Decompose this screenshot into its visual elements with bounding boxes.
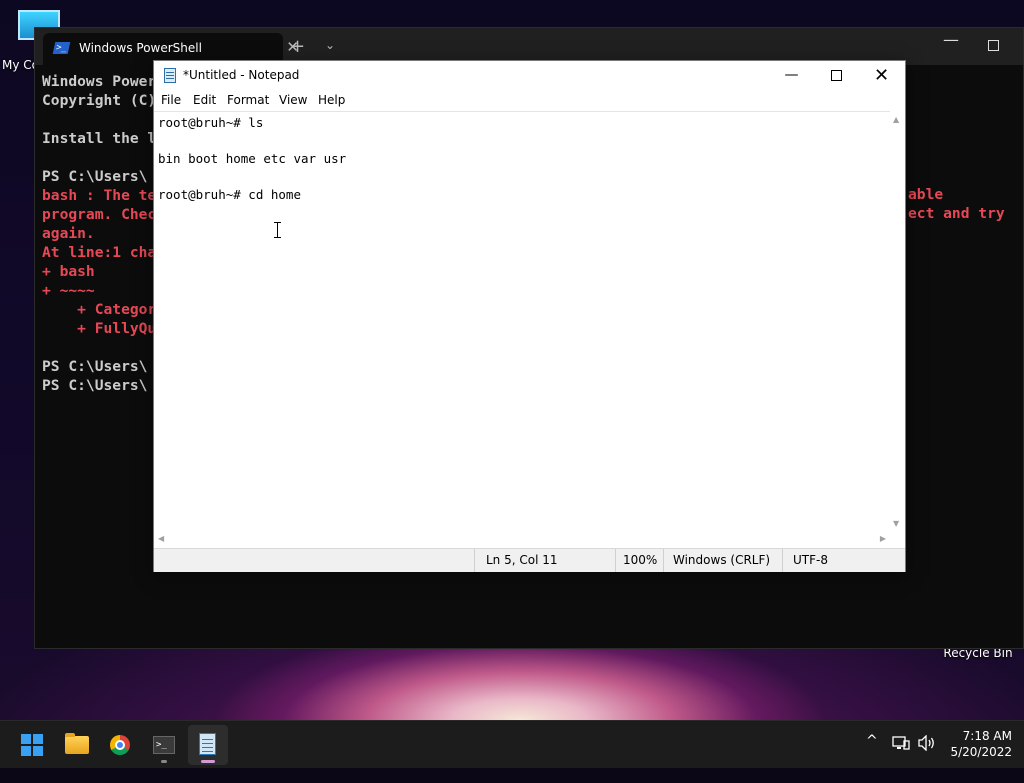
taskbar: >_ ^ 7:18 AM 5/20/2022 bbox=[0, 720, 1024, 768]
chrome-icon bbox=[110, 735, 130, 755]
terminal-error-fragment: ect and try bbox=[908, 205, 1005, 222]
text-line: bin boot home etc var usr bbox=[158, 151, 347, 166]
terminal-maximize-button[interactable] bbox=[988, 40, 999, 51]
powershell-icon: >_ bbox=[52, 42, 71, 54]
status-encoding: UTF-8 bbox=[793, 553, 828, 567]
notepad-statusbar: Ln 5, Col 11 100% Windows (CRLF) UTF-8 bbox=[154, 548, 905, 572]
status-divider bbox=[615, 549, 616, 572]
maximize-icon bbox=[831, 69, 842, 81]
notepad-title: *Untitled - Notepad bbox=[183, 68, 300, 82]
notepad-minimize-button[interactable]: — bbox=[769, 61, 814, 91]
text-line: root@bruh~# cd home bbox=[158, 187, 301, 202]
clock-time: 7:18 AM bbox=[962, 729, 1012, 743]
scroll-left-icon[interactable]: ◀ bbox=[158, 534, 164, 543]
menu-edit[interactable]: Edit bbox=[193, 93, 216, 107]
taskbar-chrome[interactable] bbox=[100, 725, 140, 765]
status-line-ending: Windows (CRLF) bbox=[673, 553, 771, 567]
notepad-window[interactable]: *Untitled - Notepad — ✕ File Edit Format… bbox=[153, 60, 906, 572]
menu-file[interactable]: File bbox=[161, 93, 181, 107]
menu-format[interactable]: Format bbox=[227, 93, 269, 107]
notepad-menubar: File Edit Format View Help bbox=[154, 91, 905, 111]
taskbar-clock[interactable]: 7:18 AM 5/20/2022 bbox=[948, 728, 1012, 760]
notepad-titlebar[interactable]: *Untitled - Notepad — ✕ bbox=[154, 61, 905, 91]
notepad-maximize-button[interactable] bbox=[814, 61, 859, 91]
notepad-text-area[interactable]: root@bruh~# ls bin boot home etc var usr… bbox=[154, 111, 890, 533]
scrollbar-corner bbox=[890, 532, 905, 547]
menu-view[interactable]: View bbox=[279, 93, 307, 107]
vertical-scrollbar[interactable]: ▲ ▼ bbox=[890, 111, 905, 532]
terminal-tab-title: Windows PowerShell bbox=[79, 41, 202, 55]
taskbar-terminal[interactable]: >_ bbox=[144, 725, 184, 765]
status-divider bbox=[474, 549, 475, 572]
status-divider bbox=[663, 549, 664, 572]
tray-overflow-chevron-icon[interactable]: ^ bbox=[866, 733, 878, 781]
horizontal-scrollbar[interactable]: ◀ ▶ bbox=[154, 532, 890, 547]
scroll-down-icon[interactable]: ▼ bbox=[893, 519, 899, 528]
terminal-minimize-button[interactable]: — bbox=[943, 30, 959, 49]
notepad-icon bbox=[199, 733, 216, 755]
running-indicator bbox=[161, 760, 167, 763]
taskbar-notepad[interactable] bbox=[188, 725, 228, 765]
notepad-close-button[interactable]: ✕ bbox=[859, 61, 904, 91]
clock-date: 5/20/2022 bbox=[950, 745, 1012, 759]
tab-dropdown-button[interactable]: ⌄ bbox=[325, 38, 335, 52]
notepad-app-icon bbox=[164, 68, 176, 83]
network-icon[interactable] bbox=[892, 735, 910, 783]
text-line: root@bruh~# ls bbox=[158, 115, 264, 130]
scroll-right-icon[interactable]: ▶ bbox=[880, 534, 886, 543]
status-zoom: 100% bbox=[623, 553, 658, 567]
new-tab-button[interactable]: + bbox=[290, 36, 305, 57]
terminal-error-fragment: able bbox=[908, 186, 944, 203]
terminal-icon: >_ bbox=[153, 736, 175, 754]
folder-icon bbox=[65, 733, 89, 754]
start-button[interactable] bbox=[12, 725, 52, 765]
volume-icon[interactable] bbox=[918, 734, 936, 783]
windows-logo-icon bbox=[21, 734, 43, 756]
active-indicator bbox=[201, 760, 215, 763]
menu-help[interactable]: Help bbox=[318, 93, 345, 107]
ibeam-cursor-icon bbox=[274, 222, 281, 238]
status-position: Ln 5, Col 11 bbox=[486, 553, 558, 567]
status-divider bbox=[782, 549, 783, 572]
scroll-up-icon[interactable]: ▲ bbox=[893, 115, 899, 124]
taskbar-file-explorer[interactable] bbox=[56, 725, 96, 765]
